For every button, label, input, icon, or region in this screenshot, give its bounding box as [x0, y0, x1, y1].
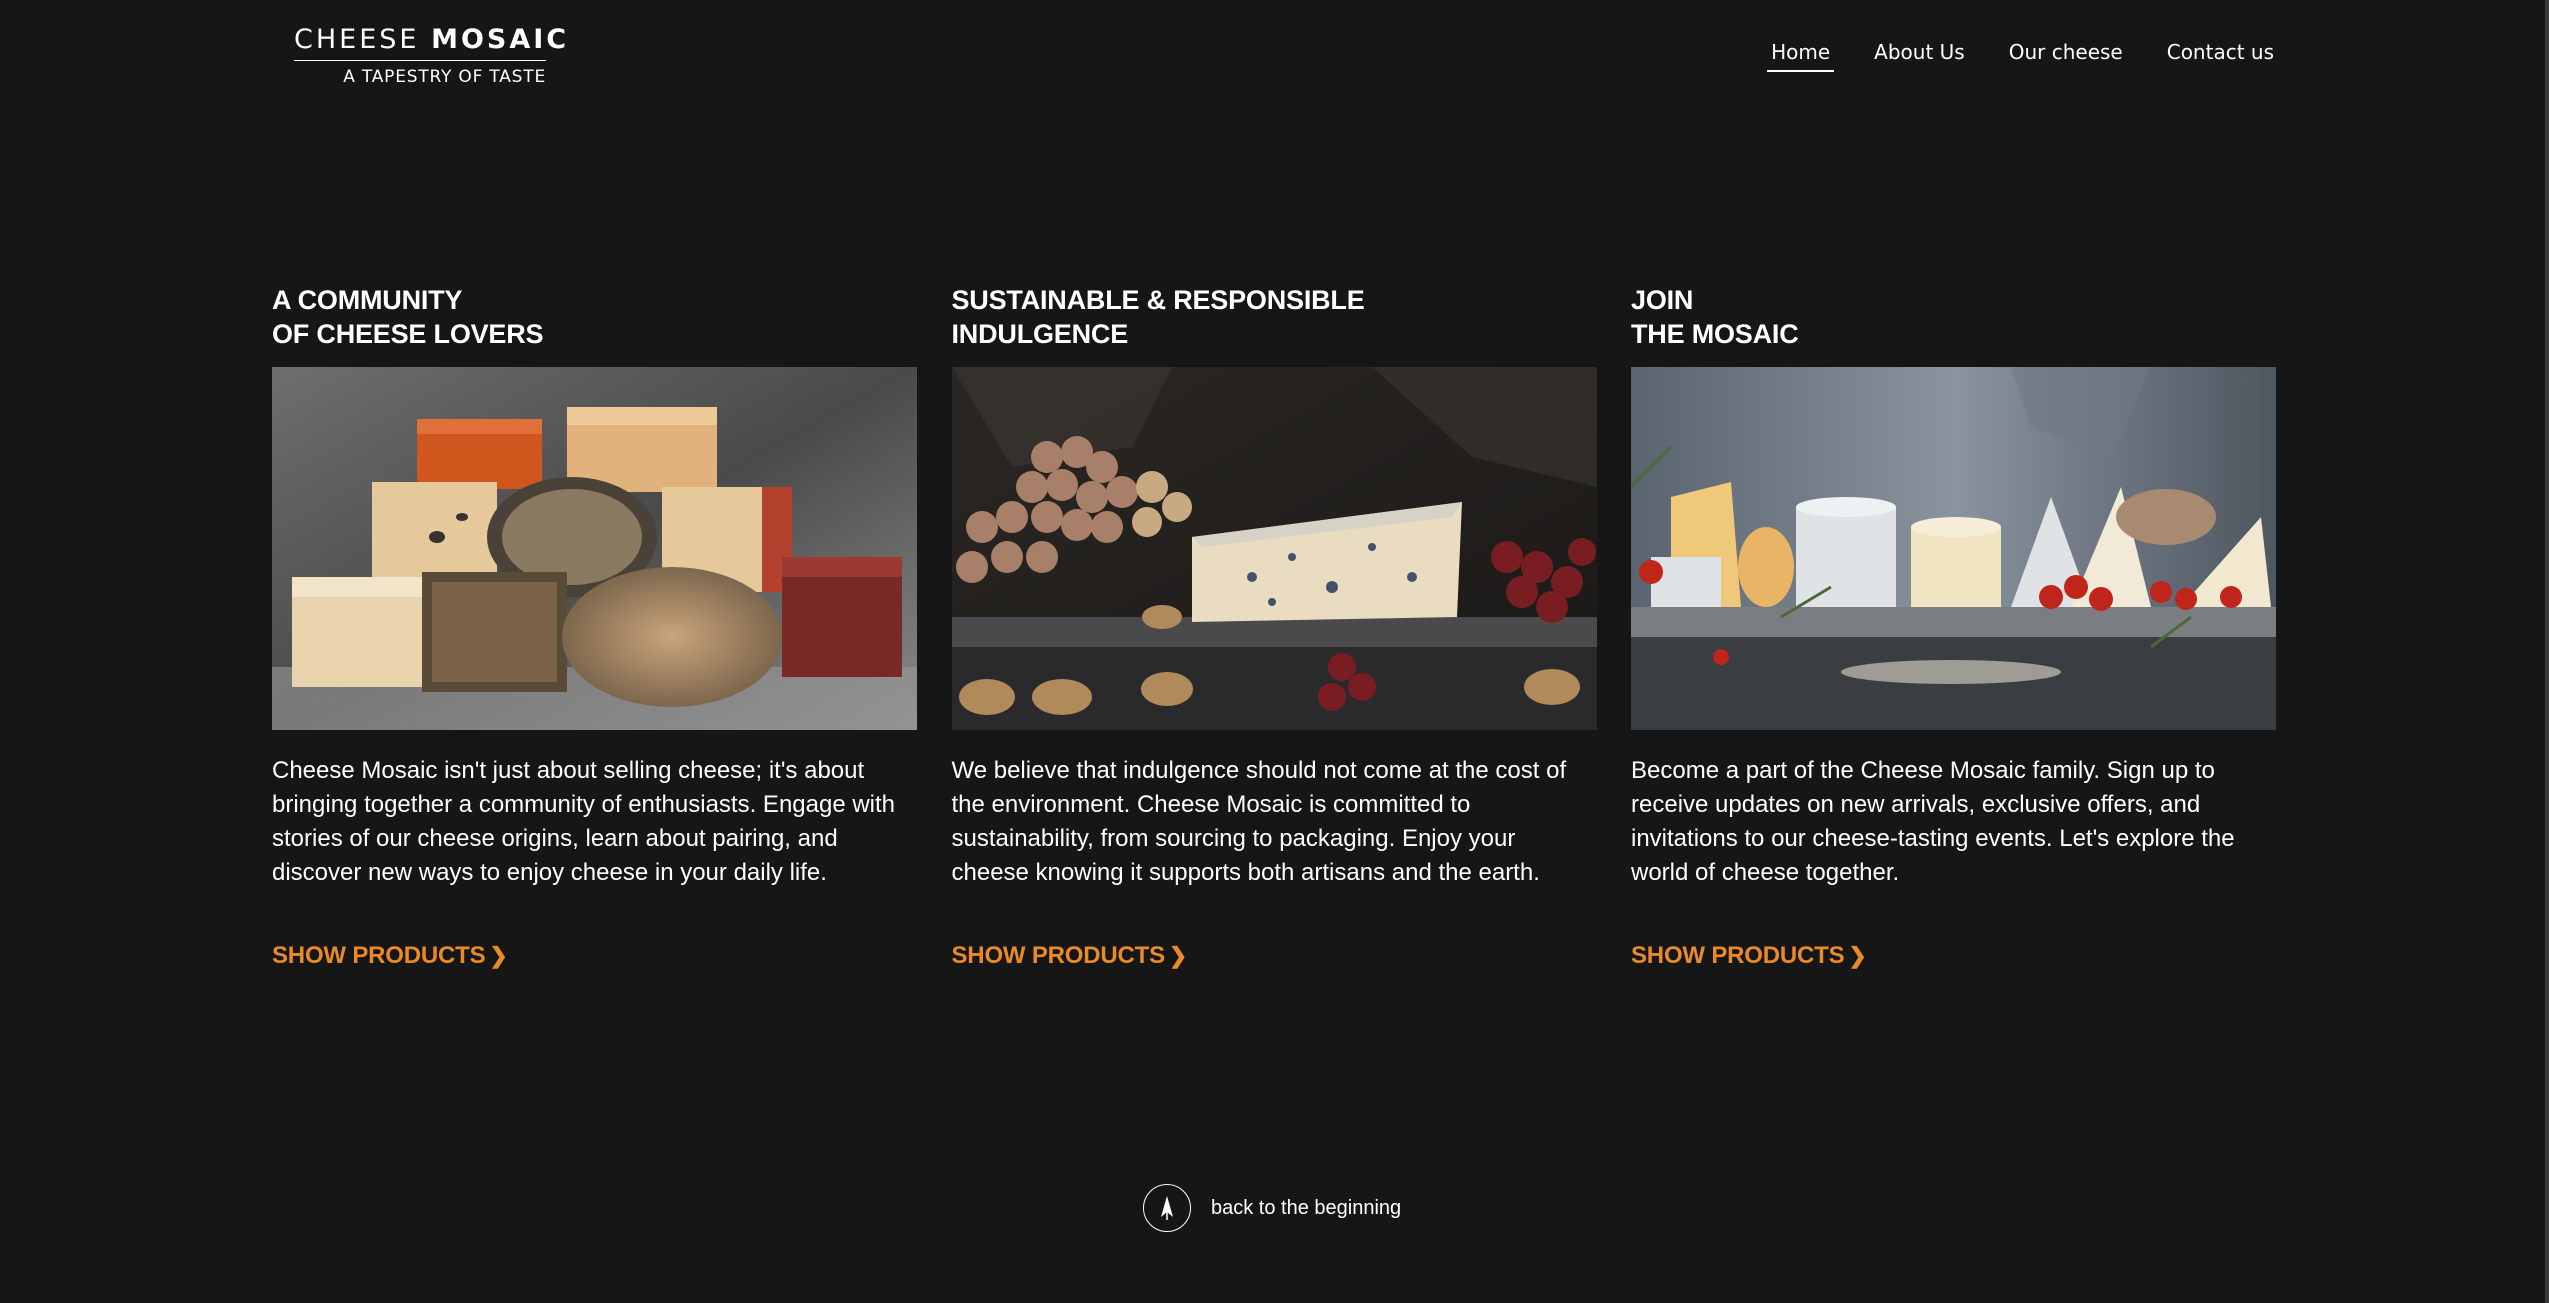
back-to-top-label: back to the beginning	[1211, 1196, 1402, 1219]
card-title-line1: A COMMUNITY	[272, 285, 463, 315]
feature-card-sustainable: SUSTAINABLE & RESPONSIBLE INDULGENCE We …	[951, 283, 1597, 970]
card-text: Become a part of the Cheese Mosaic famil…	[1631, 757, 2235, 886]
card-title-line2: INDULGENCE	[951, 319, 1129, 349]
arrow-up-icon	[1143, 1184, 1191, 1232]
cheese-board-tomatoes-photo	[1631, 367, 2276, 730]
show-products-label: SHOW PRODUCTS	[1631, 942, 1845, 969]
back-to-top-link[interactable]: back to the beginning	[1143, 1184, 1401, 1232]
card-title: SUSTAINABLE & RESPONSIBLE INDULGENCE	[952, 283, 1597, 351]
card-text: Cheese Mosaic isn't just about selling c…	[272, 757, 896, 886]
logo-tagline: A TAPESTRY OF TASTE	[343, 67, 546, 87]
show-products-link[interactable]: SHOW PRODUCTS ❯	[1631, 942, 1867, 970]
page: CHEESE MOSAIC A TAPESTRY OF TASTE Home A…	[0, 0, 2549, 1303]
card-title-line1: JOIN	[1631, 285, 1694, 315]
show-products-label: SHOW PRODUCTS	[272, 942, 486, 969]
logo-word-light: CHEESE	[294, 24, 420, 55]
chevron-right-icon: ❯	[1168, 943, 1188, 968]
main-nav: Home About Us Our cheese Contact us	[1727, 40, 2274, 72]
chevron-right-icon: ❯	[1848, 943, 1867, 968]
site-logo[interactable]: CHEESE MOSAIC A TAPESTRY OF TASTE	[294, 22, 566, 87]
card-title: JOIN THE MOSAIC	[1631, 283, 2276, 351]
logo-wordmark: CHEESE MOSAIC	[294, 22, 566, 61]
nav-item-our-cheese[interactable]: Our cheese	[2009, 40, 2123, 70]
nav-item-home[interactable]: Home	[1767, 40, 1835, 72]
show-products-label: SHOW PRODUCTS	[951, 942, 1166, 969]
card-text: We believe that indulgence should not co…	[951, 757, 1567, 886]
chevron-right-icon: ❯	[489, 943, 508, 968]
card-title-line2: OF CHEESE LOVERS	[272, 319, 544, 349]
feature-columns: A COMMUNITY OF CHEESE LOVERS Cheese Mosa…	[272, 283, 2276, 970]
show-products-link[interactable]: SHOW PRODUCTS ❯	[272, 942, 508, 970]
logo-word-bold: MOSAIC	[431, 24, 570, 55]
card-title-line1: SUSTAINABLE & RESPONSIBLE	[951, 285, 1365, 315]
nav-item-contact-us[interactable]: Contact us	[2167, 40, 2274, 70]
card-title-line2: THE MOSAIC	[1631, 319, 1799, 349]
feature-card-join: JOIN THE MOSAIC Become a part of the Che…	[1631, 283, 2276, 970]
nav-item-about-us[interactable]: About Us	[1874, 40, 1965, 70]
show-products-link[interactable]: SHOW PRODUCTS ❯	[952, 942, 1188, 970]
stacked-cheese-wheels-photo	[272, 367, 917, 730]
page-scrollbar[interactable]	[2545, 0, 2549, 1303]
feature-card-community: A COMMUNITY OF CHEESE LOVERS Cheese Mosa…	[272, 283, 917, 970]
card-title: A COMMUNITY OF CHEESE LOVERS	[272, 283, 917, 351]
blue-cheese-grapes-walnuts-photo	[951, 367, 1597, 730]
